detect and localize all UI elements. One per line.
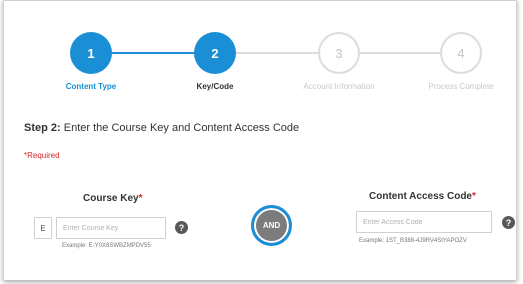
course-key-example: Example: E-Y0X8SWBZMPDV55 <box>62 243 151 249</box>
progress-stepper: 1 2 3 4 Content Type Key/Code Account In… <box>4 1 516 101</box>
step-heading-text: Enter the Course Key and Content Access … <box>60 122 300 134</box>
step-connector-2-3 <box>236 52 322 54</box>
step-3-number: 3 <box>335 45 343 61</box>
access-code-label: Content Access Code* <box>369 191 476 202</box>
and-label: AND <box>262 221 281 230</box>
step-1-label: Content Type <box>65 82 117 91</box>
course-key-help-icon[interactable]: ? <box>175 221 188 234</box>
step-1-circle: 1 <box>70 32 112 74</box>
step-3-circle: 3 <box>318 32 360 74</box>
step-2-number: 2 <box>211 45 219 61</box>
step-4-number: 4 <box>457 45 465 61</box>
course-key-required-mark: * <box>138 193 143 204</box>
step-4-label: Process Complete <box>428 82 494 91</box>
access-code-help-icon[interactable]: ? <box>502 216 515 229</box>
step-2-circle: 2 <box>194 32 236 74</box>
step-1-number: 1 <box>87 45 95 61</box>
course-key-input[interactable] <box>56 217 166 239</box>
access-code-example: Example: 1ST_B388-4J9RV4SIYAPOZV <box>359 238 467 244</box>
step-heading: Step 2: Enter the Course Key and Content… <box>24 122 299 134</box>
and-badge: AND <box>251 205 292 246</box>
step-connector-1-2 <box>110 52 196 54</box>
wizard-panel: 1 2 3 4 Content Type Key/Code Account In… <box>3 0 517 280</box>
course-key-label-text: Course Key <box>83 193 139 204</box>
step-heading-prefix: Step 2: <box>24 122 61 134</box>
step-4-circle: 4 <box>440 32 482 74</box>
access-code-input[interactable] <box>356 211 492 233</box>
access-code-required-mark: * <box>471 191 476 202</box>
access-code-label-text: Content Access Code <box>369 191 472 202</box>
course-key-prefix: E <box>34 217 52 239</box>
step-3-label: Account Information <box>303 82 375 91</box>
required-note: *Required <box>24 151 60 160</box>
step-connector-3-4 <box>358 52 444 54</box>
course-key-label: Course Key* <box>83 193 142 204</box>
step-2-label: Key/Code <box>196 82 234 91</box>
